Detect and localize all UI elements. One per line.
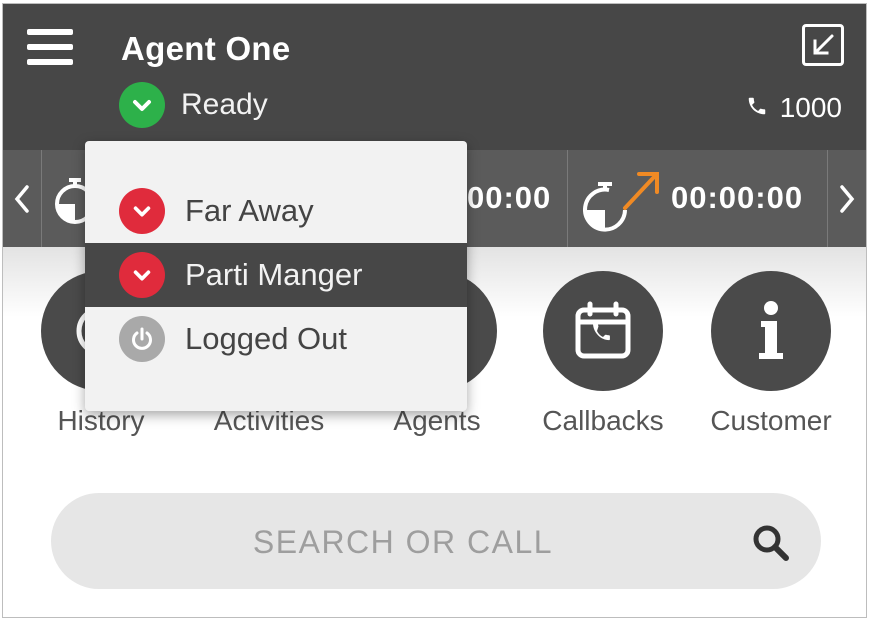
search-icon[interactable] xyxy=(751,523,791,563)
calendar-phone-icon xyxy=(543,271,663,391)
outbound-timer-icon xyxy=(581,164,663,239)
ready-status-icon xyxy=(119,82,165,128)
search-input[interactable] xyxy=(91,493,715,591)
info-icon xyxy=(711,271,831,391)
search-bar xyxy=(51,493,821,591)
chevron-left-icon[interactable] xyxy=(3,150,42,247)
chevron-down-icon xyxy=(119,252,165,298)
status-label: Ready xyxy=(181,88,268,121)
customer-button[interactable]: Customer xyxy=(691,271,851,441)
agent-name: Agent One xyxy=(121,30,291,67)
chevron-right-icon[interactable] xyxy=(827,150,866,247)
tile-label: Customer xyxy=(710,405,832,436)
timer-value: 00:00:00 xyxy=(671,180,804,215)
stopwatch-icon xyxy=(49,170,95,233)
status-option-label: Parti Manger xyxy=(185,257,363,292)
status-option-far-away[interactable]: Far Away xyxy=(85,179,467,243)
divider xyxy=(567,150,568,247)
menu-icon[interactable] xyxy=(27,29,73,67)
chevron-down-icon xyxy=(119,188,165,234)
timer-value: 00:00 xyxy=(467,180,552,215)
status-selector[interactable]: Ready xyxy=(119,82,268,128)
extension-number: 1000 xyxy=(779,92,842,123)
tile-label: Callbacks xyxy=(542,405,664,436)
extension-display: 1000 xyxy=(746,92,842,124)
status-option-label: Logged Out xyxy=(185,321,348,356)
agent-panel: Agent One Ready 1000 00:00 00:00:00 Hist… xyxy=(2,3,867,618)
minimize-icon[interactable] xyxy=(802,24,844,66)
header: Agent One Ready 1000 xyxy=(3,4,866,150)
phone-icon xyxy=(746,92,768,124)
status-option-logged-out[interactable]: Logged Out xyxy=(85,307,467,371)
status-dropdown: Far Away Parti Manger Logged Out xyxy=(85,141,467,411)
status-option-label: Far Away xyxy=(185,193,314,228)
power-icon xyxy=(119,316,165,362)
callbacks-button[interactable]: Callbacks xyxy=(523,271,683,441)
status-option-parti-manger[interactable]: Parti Manger xyxy=(85,243,467,307)
